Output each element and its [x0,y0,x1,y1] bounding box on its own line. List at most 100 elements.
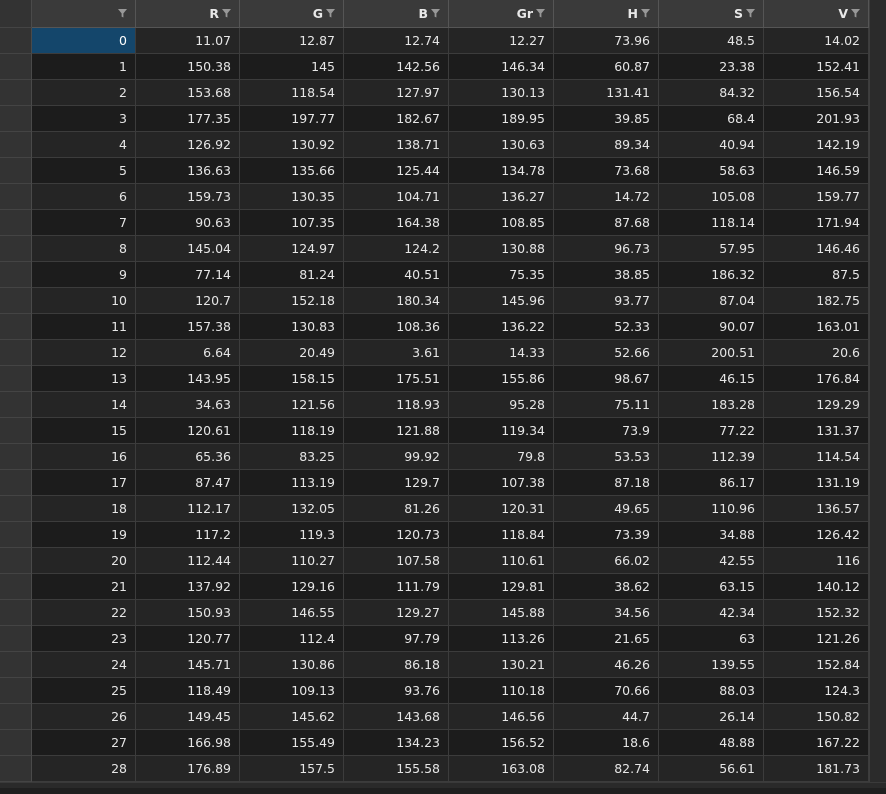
table-cell[interactable]: 87.5 [764,262,869,288]
table-cell[interactable]: 124.97 [240,236,344,262]
row-gutter[interactable] [0,678,32,704]
row-index-cell[interactable]: 4 [32,132,136,158]
table-cell[interactable]: 176.84 [764,366,869,392]
row-index-cell[interactable]: 15 [32,418,136,444]
table-cell[interactable]: 130.83 [240,314,344,340]
row-index-cell[interactable]: 25 [32,678,136,704]
table-cell[interactable]: 135.66 [240,158,344,184]
row-index-cell[interactable]: 14 [32,392,136,418]
table-cell[interactable]: 155.58 [344,756,449,782]
table-cell[interactable]: 118.49 [136,678,240,704]
table-cell[interactable]: 99.92 [344,444,449,470]
table-cell[interactable]: 38.62 [554,574,659,600]
vertical-scrollbar-track[interactable] [869,314,886,340]
row-gutter[interactable] [0,262,32,288]
table-cell[interactable]: 108.85 [449,210,554,236]
column-header-index[interactable] [32,0,136,28]
vertical-scrollbar-track[interactable] [869,392,886,418]
table-cell[interactable]: 119.34 [449,418,554,444]
vertical-scrollbar-track[interactable] [869,444,886,470]
table-cell[interactable]: 201.93 [764,106,869,132]
row-gutter[interactable] [0,626,32,652]
vertical-scrollbar-track[interactable] [869,470,886,496]
horizontal-scrollbar[interactable] [0,782,886,788]
table-cell[interactable]: 79.8 [449,444,554,470]
row-index-cell[interactable]: 8 [32,236,136,262]
table-cell[interactable]: 166.98 [136,730,240,756]
table-cell[interactable]: 129.7 [344,470,449,496]
table-cell[interactable]: 157.38 [136,314,240,340]
table-cell[interactable]: 181.73 [764,756,869,782]
row-gutter[interactable] [0,470,32,496]
table-cell[interactable]: 126.92 [136,132,240,158]
column-header-g[interactable]: G [240,0,344,28]
table-cell[interactable]: 75.35 [449,262,554,288]
table-cell[interactable]: 146.59 [764,158,869,184]
row-gutter[interactable] [0,574,32,600]
table-cell[interactable]: 167.22 [764,730,869,756]
vertical-scrollbar-track[interactable] [869,80,886,106]
vertical-scrollbar-track[interactable] [869,678,886,704]
table-cell[interactable]: 46.15 [659,366,764,392]
table-cell[interactable]: 142.19 [764,132,869,158]
table-cell[interactable]: 84.32 [659,80,764,106]
table-cell[interactable]: 63 [659,626,764,652]
table-cell[interactable]: 110.96 [659,496,764,522]
row-gutter[interactable] [0,210,32,236]
row-gutter[interactable] [0,106,32,132]
table-cell[interactable]: 150.82 [764,704,869,730]
table-cell[interactable]: 26.14 [659,704,764,730]
table-cell[interactable]: 20.49 [240,340,344,366]
column-header-r[interactable]: R [136,0,240,28]
table-cell[interactable]: 49.65 [554,496,659,522]
table-cell[interactable]: 126.42 [764,522,869,548]
row-gutter[interactable] [0,756,32,782]
row-index-cell[interactable]: 18 [32,496,136,522]
table-cell[interactable]: 34.56 [554,600,659,626]
row-index-cell[interactable]: 1 [32,54,136,80]
table-cell[interactable]: 116 [764,548,869,574]
row-index-cell[interactable]: 23 [32,626,136,652]
vertical-scrollbar-track[interactable] [869,704,886,730]
table-cell[interactable]: 110.61 [449,548,554,574]
table-cell[interactable]: 118.84 [449,522,554,548]
table-cell[interactable]: 12.27 [449,28,554,54]
table-cell[interactable]: 120.77 [136,626,240,652]
table-cell[interactable]: 18.6 [554,730,659,756]
table-cell[interactable]: 117.2 [136,522,240,548]
row-index-cell[interactable]: 28 [32,756,136,782]
table-cell[interactable]: 139.55 [659,652,764,678]
vertical-scrollbar-track[interactable] [869,366,886,392]
table-cell[interactable]: 130.13 [449,80,554,106]
table-cell[interactable]: 68.4 [659,106,764,132]
table-cell[interactable]: 131.19 [764,470,869,496]
table-cell[interactable]: 152.18 [240,288,344,314]
row-gutter[interactable] [0,236,32,262]
table-cell[interactable]: 66.02 [554,548,659,574]
table-cell[interactable]: 40.51 [344,262,449,288]
table-cell[interactable]: 63.15 [659,574,764,600]
row-index-cell[interactable]: 11 [32,314,136,340]
table-cell[interactable]: 130.35 [240,184,344,210]
table-cell[interactable]: 152.32 [764,600,869,626]
row-index-cell[interactable]: 17 [32,470,136,496]
vertical-scrollbar[interactable] [869,0,886,28]
vertical-scrollbar-track[interactable] [869,600,886,626]
row-index-cell[interactable]: 26 [32,704,136,730]
table-cell[interactable]: 163.01 [764,314,869,340]
table-cell[interactable]: 134.78 [449,158,554,184]
table-cell[interactable]: 145.96 [449,288,554,314]
table-cell[interactable]: 57.95 [659,236,764,262]
table-cell[interactable]: 159.73 [136,184,240,210]
table-cell[interactable]: 107.58 [344,548,449,574]
column-header-gr[interactable]: Gr [449,0,554,28]
table-cell[interactable]: 125.44 [344,158,449,184]
row-index-cell[interactable]: 13 [32,366,136,392]
table-cell[interactable]: 130.21 [449,652,554,678]
table-cell[interactable]: 120.61 [136,418,240,444]
table-cell[interactable]: 145.62 [240,704,344,730]
table-cell[interactable]: 98.67 [554,366,659,392]
table-cell[interactable]: 171.94 [764,210,869,236]
table-cell[interactable]: 110.27 [240,548,344,574]
table-cell[interactable]: 81.26 [344,496,449,522]
